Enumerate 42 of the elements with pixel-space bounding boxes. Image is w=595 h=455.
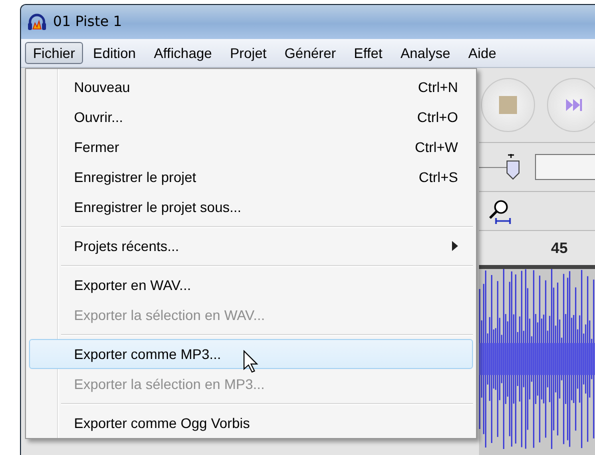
shortcut-label: Ctrl+S	[418, 169, 458, 185]
menu-bar-item[interactable]: Analyse	[392, 42, 458, 64]
zoom-icon[interactable]	[487, 198, 513, 224]
stop-icon	[499, 96, 517, 114]
shortcut-label: Ctrl+W	[414, 139, 458, 155]
shortcut-label: Ctrl+N	[418, 79, 458, 95]
menu-item[interactable]: Exporter en WAV...	[29, 270, 473, 300]
headphones-icon	[27, 13, 47, 31]
menu-bar-item[interactable]: Projet	[222, 42, 275, 64]
menu-bar-item[interactable]: Générer	[276, 42, 344, 64]
menu-item-label: Exporter comme MP3...	[74, 346, 222, 362]
input-field[interactable]	[535, 154, 595, 180]
menu-item[interactable]: Ouvrir... Ctrl+O	[29, 102, 473, 132]
menu-bar-item[interactable]: Edition	[85, 42, 144, 64]
mouse-pointer-icon	[243, 350, 259, 374]
menu-bar-item[interactable]: Fichier	[25, 42, 84, 64]
skip-to-end-icon	[565, 97, 583, 113]
menu-item[interactable]: Fermer Ctrl+W	[29, 132, 473, 162]
menu-item-label: Exporter la sélection en WAV...	[74, 307, 265, 323]
menu-item-label: Enregistrer le projet sous...	[74, 199, 242, 215]
ruler-label: 45	[551, 240, 568, 256]
menu-item-label: Nouveau	[74, 79, 130, 95]
shortcut-label: Ctrl+O	[417, 109, 458, 125]
menu-item-label: Exporter la sélection en MP3...	[74, 376, 265, 392]
menu-item[interactable]: Enregistrer le projet sous...	[29, 192, 473, 222]
slider-thumb[interactable]	[505, 154, 521, 180]
menu-item[interactable]: Enregistrer le projet Ctrl+S	[29, 162, 473, 192]
menu-item-label: Projets récents...	[74, 238, 180, 254]
menu-item-label: Ouvrir...	[74, 109, 124, 125]
submenu-arrow-icon	[452, 241, 458, 251]
menu-item[interactable]: Nouveau Ctrl+N	[29, 72, 473, 102]
menu-bar-item[interactable]: Effet	[346, 42, 390, 64]
menu-bar-item[interactable]: Aide	[460, 42, 504, 64]
menu-item-label: Enregistrer le projet	[74, 169, 196, 185]
menu-item[interactable]: Projets récents...	[29, 231, 473, 261]
menu-item[interactable]: Exporter comme Ogg Vorbis	[29, 408, 473, 438]
menu-item-label: Exporter en WAV...	[74, 277, 191, 293]
window-title: 01 Piste 1	[53, 14, 122, 30]
menu-item-label: Exporter comme Ogg Vorbis	[74, 415, 250, 431]
menu-bar-item[interactable]: Affichage	[146, 42, 220, 64]
menu-item-label: Fermer	[74, 139, 120, 155]
skip-to-end-button[interactable]	[547, 78, 595, 132]
